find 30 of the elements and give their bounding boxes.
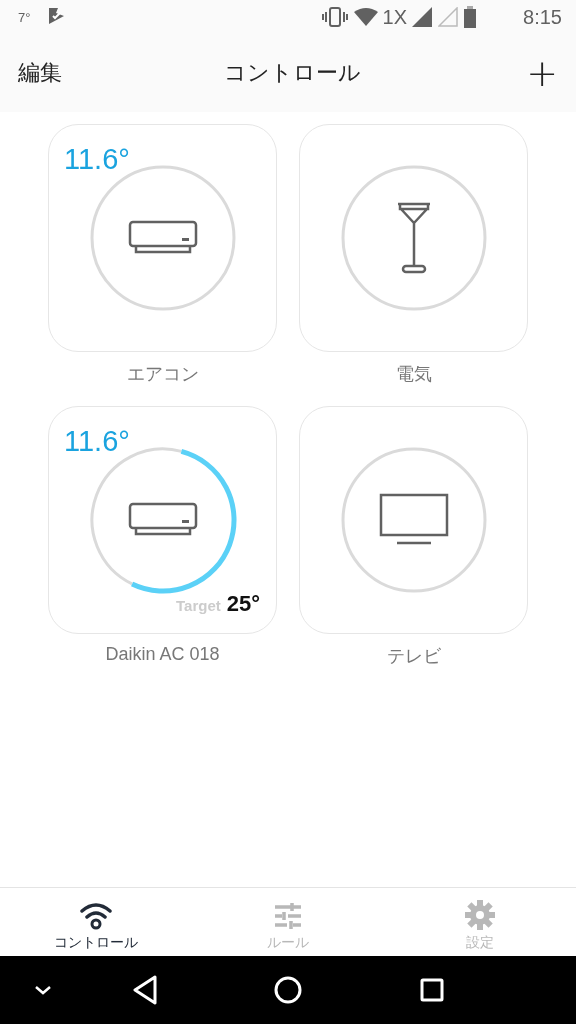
weather-temperature: 7° (18, 9, 31, 25)
sliders-icon (274, 902, 302, 930)
recent-apps-button[interactable] (420, 978, 444, 1002)
device-name: 電気 (395, 363, 432, 386)
device-name: テレビ (386, 645, 441, 668)
wifi-icon (353, 8, 378, 26)
hide-keyboard-button[interactable] (34, 985, 52, 995)
battery-icon (464, 6, 477, 28)
device-name: エアコン (126, 363, 199, 386)
clock: 8:15 (523, 5, 562, 29)
vibrate-icon (321, 6, 348, 28)
settings-icon (465, 900, 495, 930)
home-button[interactable] (274, 976, 302, 1004)
tab[interactable]: コントロール (0, 888, 192, 956)
screen-title: コントロール (223, 59, 361, 87)
empty-signal-icon (438, 7, 459, 27)
temperature-reading: 11.6° (64, 425, 130, 458)
temperature-reading: 11.6° (64, 143, 130, 176)
edit-button[interactable]: 編集 (18, 58, 62, 88)
wifi-icon (80, 902, 112, 930)
signal-icon (412, 7, 433, 27)
air-conditioner-icon (127, 502, 198, 538)
back-button[interactable] (132, 975, 158, 1005)
device-name: Daikin AC 018 (105, 644, 220, 665)
add-button[interactable]: + (522, 54, 562, 92)
floor-lamp-icon (395, 201, 432, 275)
air-conditioner-icon (127, 220, 198, 256)
target-temperature: 25° (226, 591, 260, 617)
television-icon (378, 493, 449, 547)
network-type: 1X (382, 5, 408, 29)
